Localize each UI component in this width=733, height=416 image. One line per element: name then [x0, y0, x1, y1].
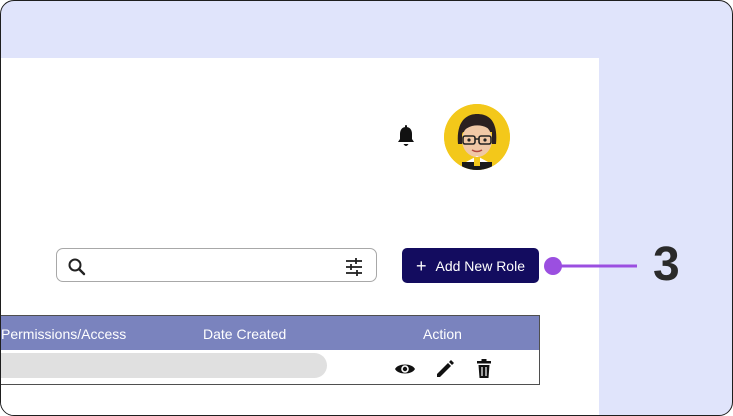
column-header-action: Action — [423, 326, 462, 342]
table-row-placeholder — [1, 353, 327, 378]
column-header-permissions[interactable]: Permissions/Access — [1, 326, 126, 342]
add-new-role-button[interactable]: + Add New Role — [402, 248, 539, 283]
search-icon — [68, 258, 86, 276]
trash-icon[interactable] — [473, 358, 495, 380]
filter-sliders-icon[interactable] — [344, 257, 364, 277]
annotation-connector — [544, 257, 637, 275]
eye-icon[interactable] — [394, 358, 416, 380]
search-box[interactable] — [56, 248, 377, 282]
user-avatar-illustration — [444, 104, 510, 170]
add-new-role-label: Add New Role — [435, 257, 526, 274]
screenshot-frame: + Add New Role 3 Permissions/Access Date… — [0, 0, 733, 416]
table-header: Permissions/Access Date Created Action — [1, 316, 539, 350]
avatar[interactable] — [444, 104, 510, 170]
bell-icon[interactable] — [396, 125, 416, 149]
roles-table: Permissions/Access Date Created Action — [1, 315, 540, 385]
step-number: 3 — [653, 238, 680, 291]
column-header-date-created[interactable]: Date Created — [203, 326, 286, 342]
plus-icon: + — [415, 255, 427, 276]
pencil-icon[interactable] — [434, 358, 456, 380]
search-input[interactable] — [95, 253, 339, 279]
